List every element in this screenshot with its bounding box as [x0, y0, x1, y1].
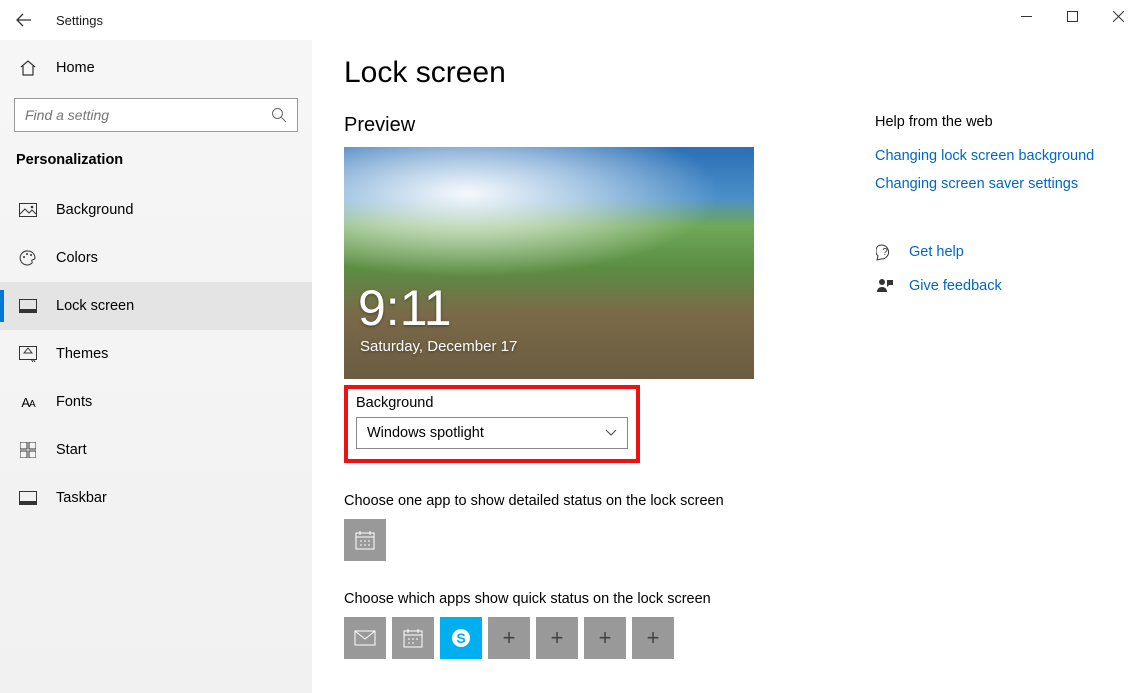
detailed-app-calendar[interactable]: [344, 519, 386, 561]
quick-app-mail[interactable]: [344, 617, 386, 659]
page-title: Lock screen: [344, 56, 1141, 90]
themes-icon: [18, 344, 38, 364]
sidebar-item-label: Themes: [56, 346, 108, 362]
sidebar-item-background[interactable]: Background: [0, 186, 312, 234]
help-header: Help from the web: [875, 114, 1107, 130]
sidebar-item-label: Lock screen: [56, 298, 134, 314]
plus-icon: +: [647, 625, 660, 651]
skype-icon: S: [450, 627, 472, 649]
mail-icon: [354, 630, 376, 646]
sidebar-item-colors[interactable]: Colors: [0, 234, 312, 282]
lock-screen-preview: 9:11 Saturday, December 17: [344, 147, 754, 379]
search-icon: [271, 107, 287, 123]
calendar-icon: [402, 627, 424, 649]
plus-icon: +: [551, 625, 564, 651]
quick-app-add-3[interactable]: +: [584, 617, 626, 659]
fonts-icon: AA: [18, 392, 38, 412]
titlebar: Settings: [0, 0, 1141, 40]
taskbar-icon: [18, 488, 38, 508]
svg-text:?: ?: [882, 247, 888, 258]
sidebar-item-themes[interactable]: Themes: [0, 330, 312, 378]
sidebar-nav: Background Colors Lock screen Themes AA …: [0, 186, 312, 522]
search-input[interactable]: [25, 107, 248, 123]
give-feedback-row[interactable]: Give feedback: [875, 276, 1107, 296]
detailed-status-label: Choose one app to show detailed status o…: [344, 493, 1141, 509]
help-panel: Help from the web Changing lock screen b…: [875, 114, 1107, 310]
palette-icon: [18, 248, 38, 268]
quick-app-add-2[interactable]: +: [536, 617, 578, 659]
preview-time: 9:11: [358, 283, 452, 333]
sidebar-item-label: Fonts: [56, 394, 92, 410]
background-dropdown-value: Windows spotlight: [367, 425, 484, 441]
back-button[interactable]: [0, 0, 48, 40]
minimize-button[interactable]: [1003, 0, 1049, 32]
get-help-icon: ?: [875, 242, 895, 262]
sidebar-item-fonts[interactable]: AA Fonts: [0, 378, 312, 426]
detailed-status-apps: [344, 519, 1141, 561]
quick-app-skype[interactable]: S: [440, 617, 482, 659]
sidebar-home-label: Home: [56, 60, 95, 76]
maximize-button[interactable]: [1049, 0, 1095, 32]
image-icon: [18, 200, 38, 220]
help-link-background[interactable]: Changing lock screen background: [875, 148, 1107, 164]
calendar-icon: [354, 529, 376, 551]
close-button[interactable]: [1095, 0, 1141, 32]
sidebar-item-label: Start: [56, 442, 87, 458]
highlight-box: Background Windows spotlight: [344, 385, 640, 463]
svg-text:S: S: [456, 630, 465, 646]
start-icon: [18, 440, 38, 460]
window-controls: [1003, 0, 1141, 32]
quick-status-apps: S + + + +: [344, 617, 1141, 659]
sidebar-heading: Personalization: [16, 152, 312, 168]
background-dropdown[interactable]: Windows spotlight: [356, 417, 628, 449]
preview-date: Saturday, December 17: [360, 338, 517, 355]
background-field-label: Background: [356, 395, 628, 411]
quick-app-add-1[interactable]: +: [488, 617, 530, 659]
sidebar-item-taskbar[interactable]: Taskbar: [0, 474, 312, 522]
sidebar-item-label: Colors: [56, 250, 98, 266]
get-help-label: Get help: [909, 244, 964, 260]
chevron-down-icon: [605, 429, 617, 437]
give-feedback-label: Give feedback: [909, 278, 1002, 294]
quick-app-add-4[interactable]: +: [632, 617, 674, 659]
home-icon: [18, 58, 38, 78]
window-title: Settings: [56, 13, 103, 28]
sidebar-item-label: Background: [56, 202, 133, 218]
sidebar-home[interactable]: Home: [0, 48, 312, 88]
quick-app-calendar[interactable]: [392, 617, 434, 659]
plus-icon: +: [503, 625, 516, 651]
search-box[interactable]: [14, 98, 298, 132]
sidebar-item-start[interactable]: Start: [0, 426, 312, 474]
feedback-icon: [875, 276, 895, 296]
help-link-screensaver[interactable]: Changing screen saver settings: [875, 176, 1107, 192]
quick-status-label: Choose which apps show quick status on t…: [344, 591, 1141, 607]
sidebar: Home Personalization Background Colors: [0, 40, 312, 693]
get-help-row[interactable]: ? Get help: [875, 242, 1107, 262]
sidebar-item-lock-screen[interactable]: Lock screen: [0, 282, 312, 330]
search-wrap: [14, 98, 298, 132]
lock-screen-icon: [18, 296, 38, 316]
plus-icon: +: [599, 625, 612, 651]
sidebar-item-label: Taskbar: [56, 490, 107, 506]
